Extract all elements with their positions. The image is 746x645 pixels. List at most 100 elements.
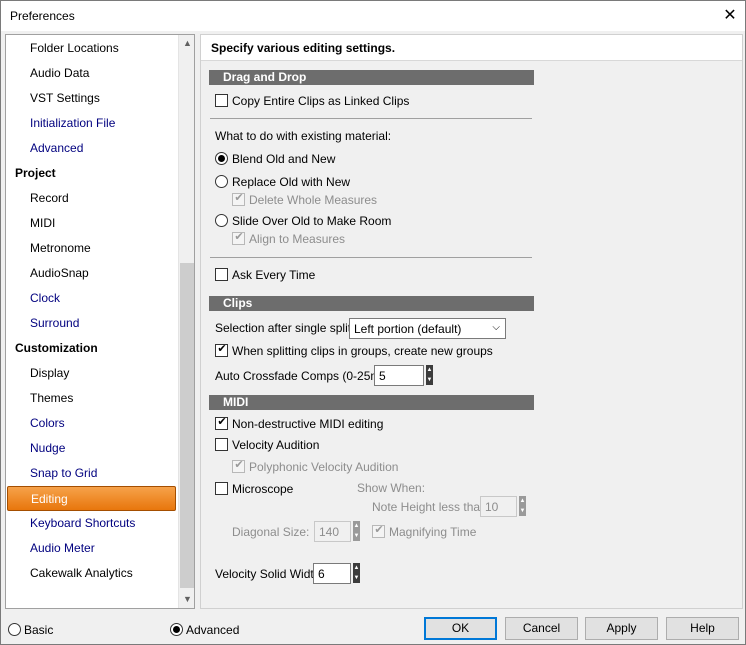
sidebar-item-keyboard-shortcuts[interactable]: Keyboard Shortcuts — [6, 511, 178, 536]
split-selection-dropdown[interactable]: Left portion (default) ⌵ — [349, 318, 506, 339]
diagonal-size-value: 140 — [319, 525, 340, 539]
existing-material-label: What to do with existing material: — [215, 129, 392, 143]
divider — [210, 257, 532, 258]
note-height-label: Note Height less than: — [372, 500, 491, 514]
sidebar-item-record[interactable]: Record — [6, 186, 178, 211]
sidebar-group-project[interactable]: Project — [6, 161, 178, 186]
stepper-up-icon[interactable]: ▲ — [426, 365, 433, 375]
checkbox-box[interactable]: ✔ — [232, 192, 245, 206]
solid-width-input[interactable]: 6 — [313, 563, 351, 584]
radio-circle[interactable] — [215, 175, 228, 188]
preferences-window: Preferences ✕ Folder Locations Audio Data… — [0, 0, 746, 645]
sidebar-item-display[interactable]: Display — [6, 361, 178, 386]
sidebar-item-themes[interactable]: Themes — [6, 386, 178, 411]
sidebar-item-metronome[interactable]: Metronome — [6, 236, 178, 261]
crossfade-value: 5 — [379, 369, 386, 383]
sidebar-item-folder-locations[interactable]: Folder Locations — [6, 36, 178, 61]
ask-every-time-label: Ask Every Time — [232, 268, 316, 282]
clips-section-title: Clips — [209, 296, 534, 311]
cancel-button[interactable]: Cancel — [505, 617, 578, 640]
sidebar-item-editing[interactable]: Editing — [7, 486, 176, 511]
split-selection-label: Selection after single split: — [215, 321, 355, 335]
checkbox-box[interactable] — [215, 268, 228, 281]
ok-button[interactable]: OK — [424, 617, 497, 640]
align-to-measures-label: Align to Measures — [249, 232, 346, 246]
sidebar-item-colors[interactable]: Colors — [6, 411, 178, 436]
sidebar-item-nudge[interactable]: Nudge — [6, 436, 178, 461]
close-icon[interactable]: ✕ — [719, 5, 741, 27]
show-when-label: Show When: — [357, 481, 426, 495]
stepper-up-icon[interactable]: ▲ — [519, 496, 526, 506]
note-height-input[interactable]: 10 — [480, 496, 517, 517]
scroll-down-icon[interactable]: ▼ — [179, 591, 194, 608]
crossfade-input[interactable]: 5 — [374, 365, 424, 386]
basic-label: Basic — [24, 623, 54, 637]
panel-header-text: Specify various editing settings. — [211, 41, 396, 55]
sidebar-item-snap-to-grid[interactable]: Snap to Grid — [6, 461, 178, 486]
radio-circle[interactable] — [215, 214, 228, 227]
non-destructive-midi-label: Non-destructive MIDI editing — [232, 417, 384, 431]
checkbox-box[interactable]: ✔ — [232, 231, 245, 245]
stepper-down-icon[interactable]: ▼ — [519, 506, 526, 516]
sidebar-scrollbar[interactable]: ▲ ▼ — [178, 35, 194, 608]
stepper-down-icon[interactable]: ▼ — [353, 531, 360, 541]
crossfade-stepper[interactable]: ▲ ▼ — [426, 365, 433, 386]
window-title: Preferences — [10, 9, 75, 23]
checkbox-box[interactable]: ✔ — [232, 459, 245, 473]
help-button[interactable]: Help — [666, 617, 739, 640]
replace-label: Replace Old with New — [232, 175, 351, 189]
sidebar-item-cakewalk-analytics[interactable]: Cakewalk Analytics — [6, 561, 178, 586]
microscope-label: Microscope — [232, 482, 294, 496]
diagonal-size-stepper[interactable]: ▲ ▼ — [353, 521, 360, 542]
note-height-value: 10 — [485, 500, 499, 514]
radio-circle[interactable] — [215, 152, 228, 165]
solid-width-value: 6 — [318, 567, 325, 581]
stepper-up-icon[interactable]: ▲ — [353, 563, 360, 573]
sidebar-item-advanced[interactable]: Advanced — [6, 136, 178, 161]
sidebar-item-surround[interactable]: Surround — [6, 311, 178, 336]
sidebar-item-vst-settings[interactable]: VST Settings — [6, 86, 178, 111]
crossfade-label: Auto Crossfade Comps (0-25ms): — [215, 369, 394, 383]
editing-settings-panel: Specify various editing settings. Drag a… — [200, 34, 743, 609]
sidebar-item-midi[interactable]: MIDI — [6, 211, 178, 236]
solid-width-stepper[interactable]: ▲ ▼ — [353, 563, 360, 584]
checkbox-box[interactable]: ✔ — [372, 524, 385, 538]
stepper-down-icon[interactable]: ▼ — [353, 573, 360, 583]
checkmark-icon: ✔ — [374, 524, 384, 536]
sidebar-item-audio-data[interactable]: Audio Data — [6, 61, 178, 86]
diagonal-size-input[interactable]: 140 — [314, 521, 351, 542]
apply-button[interactable]: Apply — [585, 617, 658, 640]
category-tree: Folder Locations Audio Data VST Settings In… — [5, 34, 195, 609]
checkbox-box[interactable] — [215, 438, 228, 451]
create-new-groups-label: When splitting clips in groups, create n… — [232, 344, 493, 358]
scroll-up-icon[interactable]: ▲ — [179, 35, 194, 52]
blend-label: Blend Old and New — [232, 152, 336, 166]
sidebar-item-initialization-file[interactable]: Initialization File — [6, 111, 178, 136]
checkmark-icon: ✔ — [217, 416, 227, 428]
stepper-up-icon[interactable]: ▲ — [353, 521, 360, 531]
checkmark-icon: ✔ — [234, 231, 244, 243]
sidebar-item-audiosnap[interactable]: AudioSnap — [6, 261, 178, 286]
radio-dot — [173, 626, 180, 633]
radio-circle[interactable] — [170, 623, 183, 636]
sidebar-item-audio-meter[interactable]: Audio Meter — [6, 536, 178, 561]
scroll-thumb[interactable] — [180, 263, 194, 588]
magnifying-time-label: Magnifying Time — [389, 525, 477, 539]
split-selection-value: Left portion (default) — [354, 322, 462, 336]
stepper-down-icon[interactable]: ▼ — [426, 375, 433, 385]
checkbox-box[interactable] — [215, 482, 228, 495]
solid-width-label: Velocity Solid Width: — [215, 567, 324, 581]
checkbox-box[interactable]: ✔ — [215, 416, 228, 430]
chevron-down-icon: ⌵ — [492, 322, 500, 333]
checkbox-box[interactable] — [215, 94, 228, 107]
drag-drop-section-title: Drag and Drop — [209, 70, 534, 85]
radio-circle[interactable] — [8, 623, 21, 636]
copy-linked-clips-label: Copy Entire Clips as Linked Clips — [232, 94, 410, 108]
panel-header: Specify various editing settings. — [201, 35, 742, 61]
radio-dot — [218, 155, 225, 162]
sidebar-group-customization[interactable]: Customization — [6, 336, 178, 361]
sidebar-item-clock[interactable]: Clock — [6, 286, 178, 311]
note-height-stepper[interactable]: ▲ ▼ — [519, 496, 526, 517]
checkbox-box[interactable]: ✔ — [215, 343, 228, 357]
diagonal-size-label: Diagonal Size: — [232, 525, 310, 539]
